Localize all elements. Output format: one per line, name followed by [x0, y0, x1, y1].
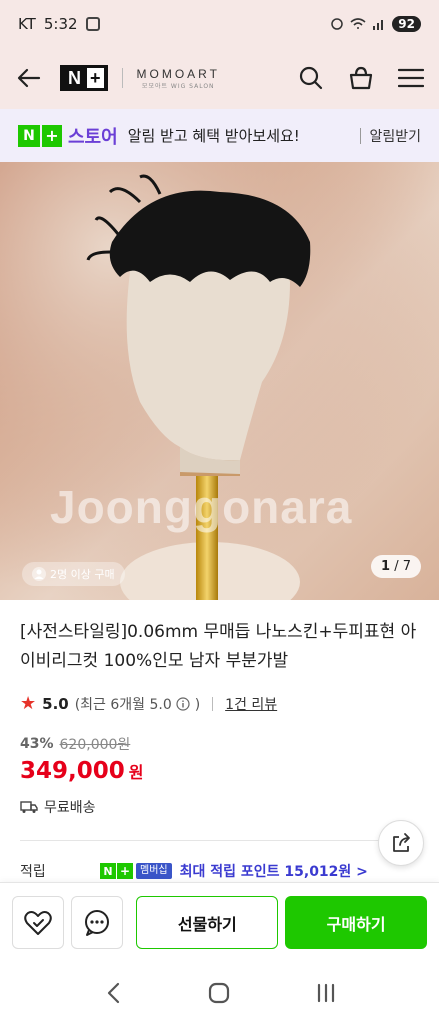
cart-icon[interactable] [347, 64, 375, 92]
search-icon[interactable] [297, 64, 325, 92]
banner-logo-plus: + [42, 124, 62, 147]
mannequin-wig-illustration [0, 162, 439, 600]
top-header: N + MOMOART 모모아트 WIG SALON [0, 47, 439, 109]
price-unit: 원 [128, 763, 144, 782]
points-label: 적립 [20, 864, 46, 880]
user-icon [32, 567, 46, 581]
naver-plus-logo-plus: + [87, 68, 104, 88]
wifi-icon [350, 17, 366, 29]
battery-indicator: 92 [392, 15, 421, 32]
brand-subtitle: 모모아트 WIG SALON [141, 82, 215, 90]
signal-icon [373, 19, 384, 30]
naver-plus-logo[interactable]: N + [60, 65, 108, 91]
naver-plus-logo-n: N [68, 67, 81, 88]
rating-row: ★ 5.0 (최근 6개월 5.0 ) 1건 리뷰 [20, 693, 277, 714]
talktalk-button[interactable] [71, 896, 124, 949]
share-icon [393, 833, 410, 852]
discount-row: 43% 620,000원 [20, 734, 130, 754]
status-right: 92 [330, 15, 421, 32]
image-counter-total: / 7 [394, 559, 411, 574]
section-divider [20, 840, 380, 841]
truck-icon [20, 801, 38, 813]
nav-home-icon[interactable] [199, 973, 239, 1013]
heart-icon [24, 910, 52, 935]
membership-badge: N + 멤버십 [100, 863, 172, 879]
discount-rate: 43% [20, 736, 54, 752]
back-icon[interactable] [14, 63, 44, 93]
shipping-text: 무료배송 [44, 800, 96, 816]
menu-icon[interactable] [397, 64, 425, 92]
nav-recents-icon[interactable] [306, 973, 346, 1013]
banner-separator [360, 127, 362, 144]
watermark: Joonggonara [50, 481, 353, 533]
rating-recent-end: ) [194, 696, 201, 713]
header-icons [297, 64, 425, 92]
star-icon: ★ [20, 693, 37, 714]
bottom-action-bar: 선물하기 구매하기 [0, 882, 439, 962]
purchase-count-text: 2명 이상 구매 [50, 568, 115, 581]
product-title: [사전스타일링]0.06mm 무매듭 나노스킨+두피표현 아이비리그컷 100%… [20, 622, 417, 671]
gift-button[interactable]: 선물하기 [136, 896, 279, 949]
share-button[interactable] [378, 820, 424, 866]
screenshot-icon [85, 16, 100, 31]
max-points-text: 최대 적립 포인트 15,012원 > [179, 864, 368, 880]
image-counter: 1 / 7 [371, 555, 421, 578]
notification-subscribe-button[interactable]: 알림받기 [369, 126, 421, 146]
membership-badge-label: 멤버십 [136, 863, 172, 879]
system-nav-bar [0, 962, 439, 1024]
brand-name: MOMOART [136, 66, 220, 81]
banner-store-label: 스토어 [68, 126, 118, 148]
status-bar: KT 5:32 92 [0, 0, 439, 47]
product-image[interactable]: Joonggonara 2명 이상 구매 1 / 7 [0, 162, 439, 600]
image-counter-current: 1 [381, 559, 391, 574]
rating-recent: (최근 6개월 5.0 ) [75, 694, 200, 714]
original-price: 620,000원 [59, 737, 131, 753]
buy-button[interactable]: 구매하기 [285, 896, 427, 949]
carrier-label: KT [18, 14, 36, 33]
status-time: 5:32 [43, 14, 78, 33]
chat-icon [85, 909, 110, 936]
banner-action-group: 알림받기 [360, 126, 421, 146]
wishlist-button[interactable] [12, 896, 65, 949]
store-brand[interactable]: MOMOART 모모아트 WIG SALON [137, 67, 220, 90]
membership-badge-n: N [100, 863, 116, 879]
banner-message: 알림 받고 혜택 받아보세요! [127, 127, 300, 145]
banner-logo-n: N [18, 124, 40, 147]
rating-recent-text: (최근 6개월 5.0 [74, 696, 172, 713]
alarm-icon [331, 17, 344, 30]
nav-back-icon[interactable] [93, 973, 133, 1013]
notification-banner: N + 스토어 알림 받고 혜택 받아보세요! 알림받기 [0, 109, 439, 162]
review-link[interactable]: 1건 리뷰 [225, 694, 277, 714]
sale-price: 349,000 [20, 758, 125, 784]
price-row: 349,000 원 [20, 758, 144, 784]
membership-badge-plus: + [117, 863, 133, 879]
status-left: KT 5:32 [18, 15, 100, 33]
points-row[interactable]: 적립 N + 멤버십 최대 적립 포인트 15,012원 > [20, 861, 425, 881]
purchase-count-badge: 2명 이상 구매 [22, 562, 125, 586]
info-icon[interactable] [176, 696, 190, 711]
brand-divider [121, 68, 123, 88]
shipping-row: 무료배송 [20, 797, 96, 817]
naver-plus-store-logo: N + [18, 124, 62, 147]
rating-score: 5.0 [42, 694, 69, 713]
rating-separator [212, 696, 214, 711]
